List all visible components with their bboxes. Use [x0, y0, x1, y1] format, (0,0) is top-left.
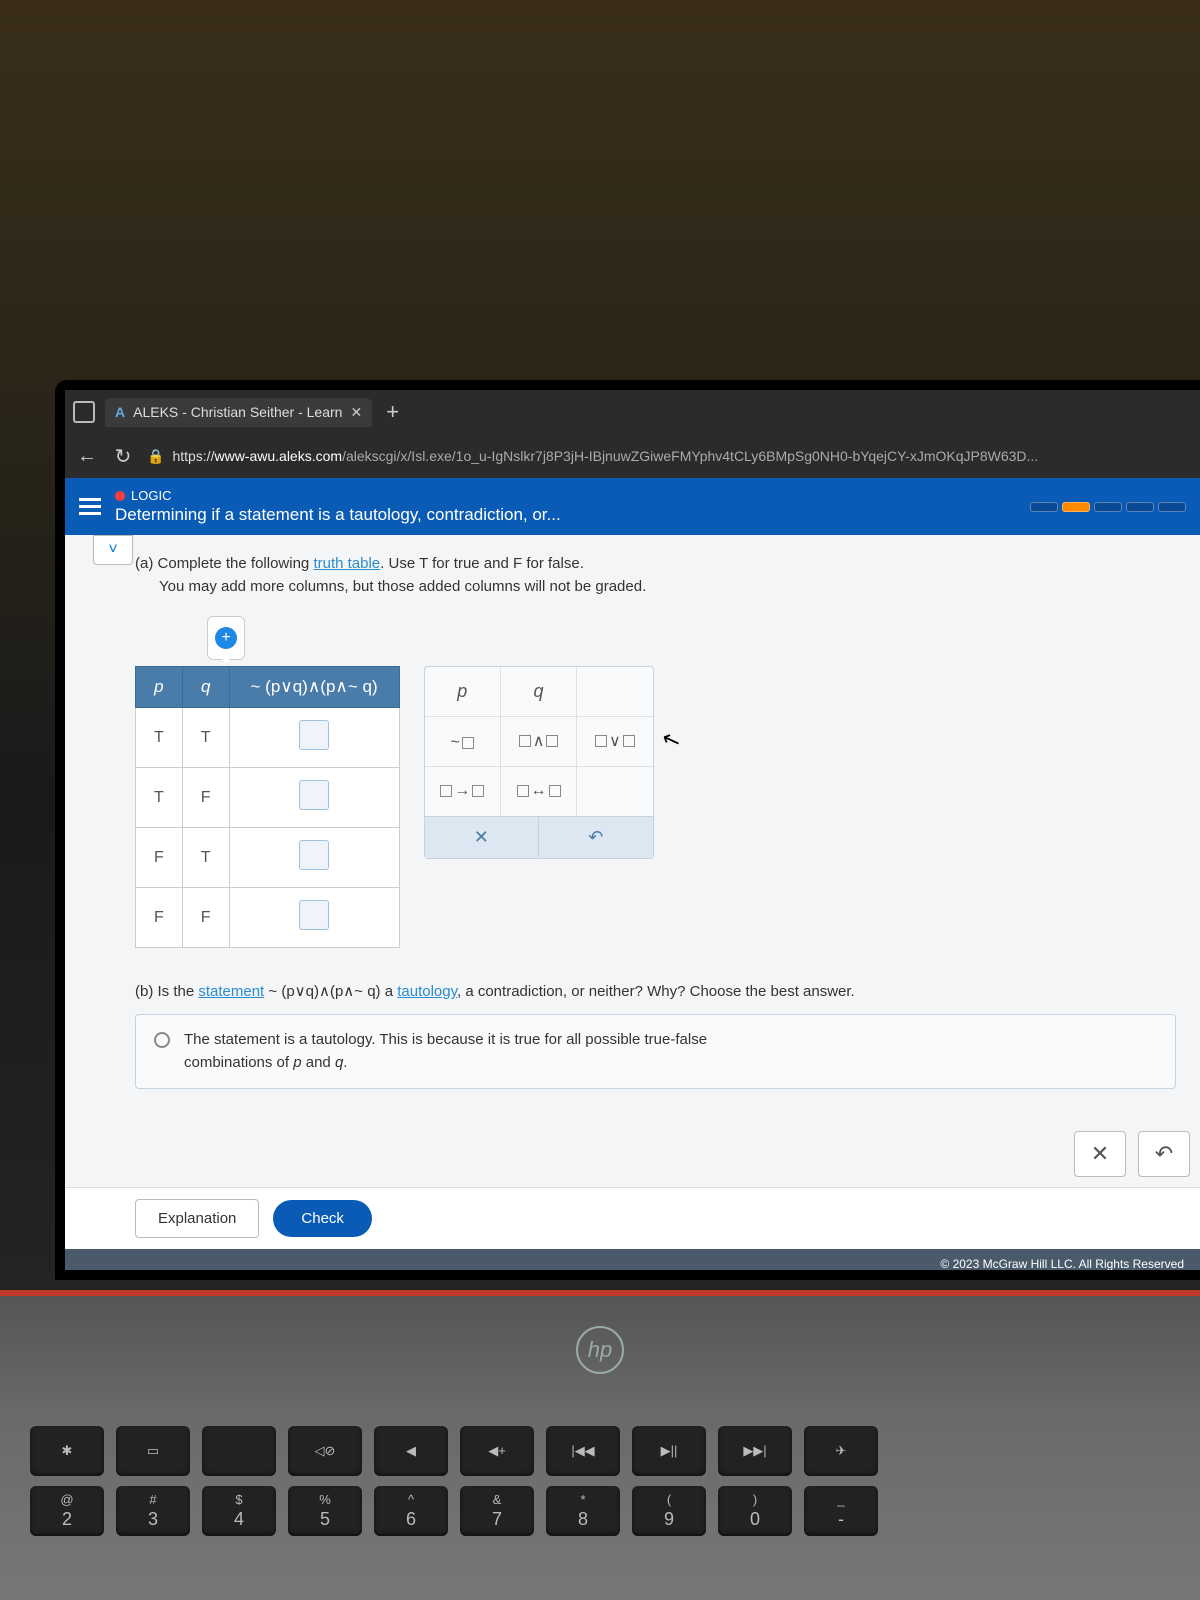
address-bar[interactable]: 🔒 https://www-awu.aleks.com/alekscgi/x/I…	[147, 448, 1190, 465]
palette-or[interactable]: ∨	[577, 717, 652, 766]
new-tab-button[interactable]: +	[382, 399, 403, 425]
clear-button[interactable]: ✕	[1074, 1131, 1126, 1177]
answer-cell[interactable]	[299, 840, 329, 870]
num-key[interactable]: $4	[202, 1486, 276, 1536]
topic-category: LOGIC	[131, 488, 171, 503]
num-key[interactable]: %5	[288, 1486, 362, 1536]
num-key[interactable]: )0	[718, 1486, 792, 1536]
fn-key[interactable]: ◀+	[460, 1426, 534, 1476]
lock-icon: 🔒	[147, 448, 164, 465]
cell-q: T	[182, 708, 229, 768]
palette-undo-button[interactable]: ↶	[539, 817, 653, 858]
fn-key[interactable]: ◀	[374, 1426, 448, 1476]
cell-p: T	[136, 708, 183, 768]
statement-link[interactable]: statement	[198, 983, 264, 1000]
palette-not[interactable]: ~	[425, 717, 501, 766]
fn-key[interactable]: ◁⊘	[288, 1426, 362, 1476]
part-a-instruction: (a) Complete the following truth table. …	[135, 553, 1176, 598]
col-header-expression: ~ (p∨q)∧(p∧~ q)	[229, 667, 399, 708]
browser-tab[interactable]: A ALEKS - Christian Seither - Learn ✕	[105, 398, 372, 427]
cell-q: F	[182, 888, 229, 948]
browser-tab-bar: A ALEKS - Christian Seither - Learn ✕ +	[65, 390, 1200, 434]
tab-close-icon[interactable]: ✕	[350, 404, 362, 421]
url-path: /alekscgi/x/Isl.exe/1o_u-IgNslkr7j8P3jH-…	[342, 448, 1038, 464]
fn-key[interactable]	[202, 1426, 276, 1476]
num-key[interactable]: #3	[116, 1486, 190, 1536]
cell-p: T	[136, 768, 183, 828]
function-key-row: ✱ ▭ ◁⊘ ◀ ◀+ |◀◀ ▶|| ▶▶| ✈	[30, 1426, 1200, 1476]
reset-button[interactable]: ↶	[1138, 1131, 1190, 1177]
refresh-button[interactable]: ↻	[111, 444, 135, 469]
answer-cell[interactable]	[299, 780, 329, 810]
col-header-p: p	[136, 667, 183, 708]
cell-p: F	[136, 888, 183, 948]
tab-overview-icon[interactable]	[73, 401, 95, 423]
fn-key[interactable]: ▶||	[632, 1426, 706, 1476]
laptop-deck: hp ✱ ▭ ◁⊘ ◀ ◀+ |◀◀ ▶|| ▶▶| ✈ @2 #3 $4 %5…	[0, 1290, 1200, 1600]
answer-cell[interactable]	[299, 720, 329, 750]
explanation-button[interactable]: Explanation	[135, 1199, 259, 1238]
num-key[interactable]: &7	[460, 1486, 534, 1536]
cell-q: T	[182, 828, 229, 888]
symbol-palette: p q ~ ∧ ∨ → ↔ ✕	[424, 666, 654, 859]
back-button[interactable]: ←	[75, 445, 99, 468]
palette-p[interactable]: p	[425, 667, 501, 716]
fn-key[interactable]: ▭	[116, 1426, 190, 1476]
browser-toolbar: ← ↻ 🔒 https://www-awu.aleks.com/alekscgi…	[65, 434, 1200, 478]
hp-logo-icon: hp	[576, 1326, 624, 1374]
menu-icon[interactable]	[79, 498, 101, 515]
palette-conditional[interactable]: →	[425, 767, 501, 816]
topic-header: LOGIC Determining if a statement is a ta…	[65, 478, 1200, 535]
tautology-link[interactable]: tautology	[397, 983, 457, 1000]
tab-title: ALEKS - Christian Seither - Learn	[133, 404, 342, 420]
palette-close-button[interactable]: ✕	[425, 817, 540, 858]
plus-icon: +	[215, 627, 237, 649]
num-key[interactable]: ^6	[374, 1486, 448, 1536]
palette-biconditional[interactable]: ↔	[501, 767, 577, 816]
action-footer: Explanation Check	[65, 1187, 1200, 1249]
answer-cell[interactable]	[299, 900, 329, 930]
number-key-row: @2 #3 $4 %5 ^6 &7 *8 (9 )0 _-	[30, 1486, 1200, 1536]
truth-table: p q ~ (p∨q)∧(p∧~ q) TT TF FT FF	[135, 666, 400, 948]
copyright-bar: © 2023 McGraw Hill LLC. All Rights Reser…	[65, 1249, 1200, 1270]
add-column-button[interactable]: +	[207, 616, 245, 660]
topic-title: Determining if a statement is a tautolog…	[115, 505, 561, 525]
num-key[interactable]: (9	[632, 1486, 706, 1536]
question-content: ˅ (a) Complete the following truth table…	[65, 535, 1200, 1187]
truth-table-link[interactable]: truth table	[313, 555, 380, 572]
cell-q: F	[182, 768, 229, 828]
cell-p: F	[136, 828, 183, 888]
check-button[interactable]: Check	[273, 1200, 372, 1237]
tab-favicon: A	[115, 404, 125, 420]
fn-key[interactable]: |◀◀	[546, 1426, 620, 1476]
part-b: (b) Is the statement ~ (p∨q)∧(p∧~ q) a t…	[135, 982, 1176, 1089]
radio-icon[interactable]	[154, 1032, 170, 1048]
cursor-icon: ↖	[658, 725, 684, 756]
palette-and[interactable]: ∧	[501, 717, 577, 766]
fn-key[interactable]: ▶▶|	[718, 1426, 792, 1476]
answer-option[interactable]: The statement is a tautology. This is be…	[135, 1014, 1176, 1089]
num-key[interactable]: @2	[30, 1486, 104, 1536]
num-key[interactable]: _-	[804, 1486, 878, 1536]
col-header-q: q	[182, 667, 229, 708]
url-domain: www-awu.aleks.com	[214, 448, 342, 464]
fn-key[interactable]: ✱	[30, 1426, 104, 1476]
fn-key[interactable]: ✈	[804, 1426, 878, 1476]
status-dot-icon	[115, 491, 125, 501]
progress-indicator	[1030, 502, 1186, 512]
section-collapse-toggle[interactable]: ˅	[93, 535, 133, 565]
palette-q[interactable]: q	[501, 667, 577, 716]
answer-text: The statement is a tautology. This is be…	[184, 1029, 707, 1074]
num-key[interactable]: *8	[546, 1486, 620, 1536]
